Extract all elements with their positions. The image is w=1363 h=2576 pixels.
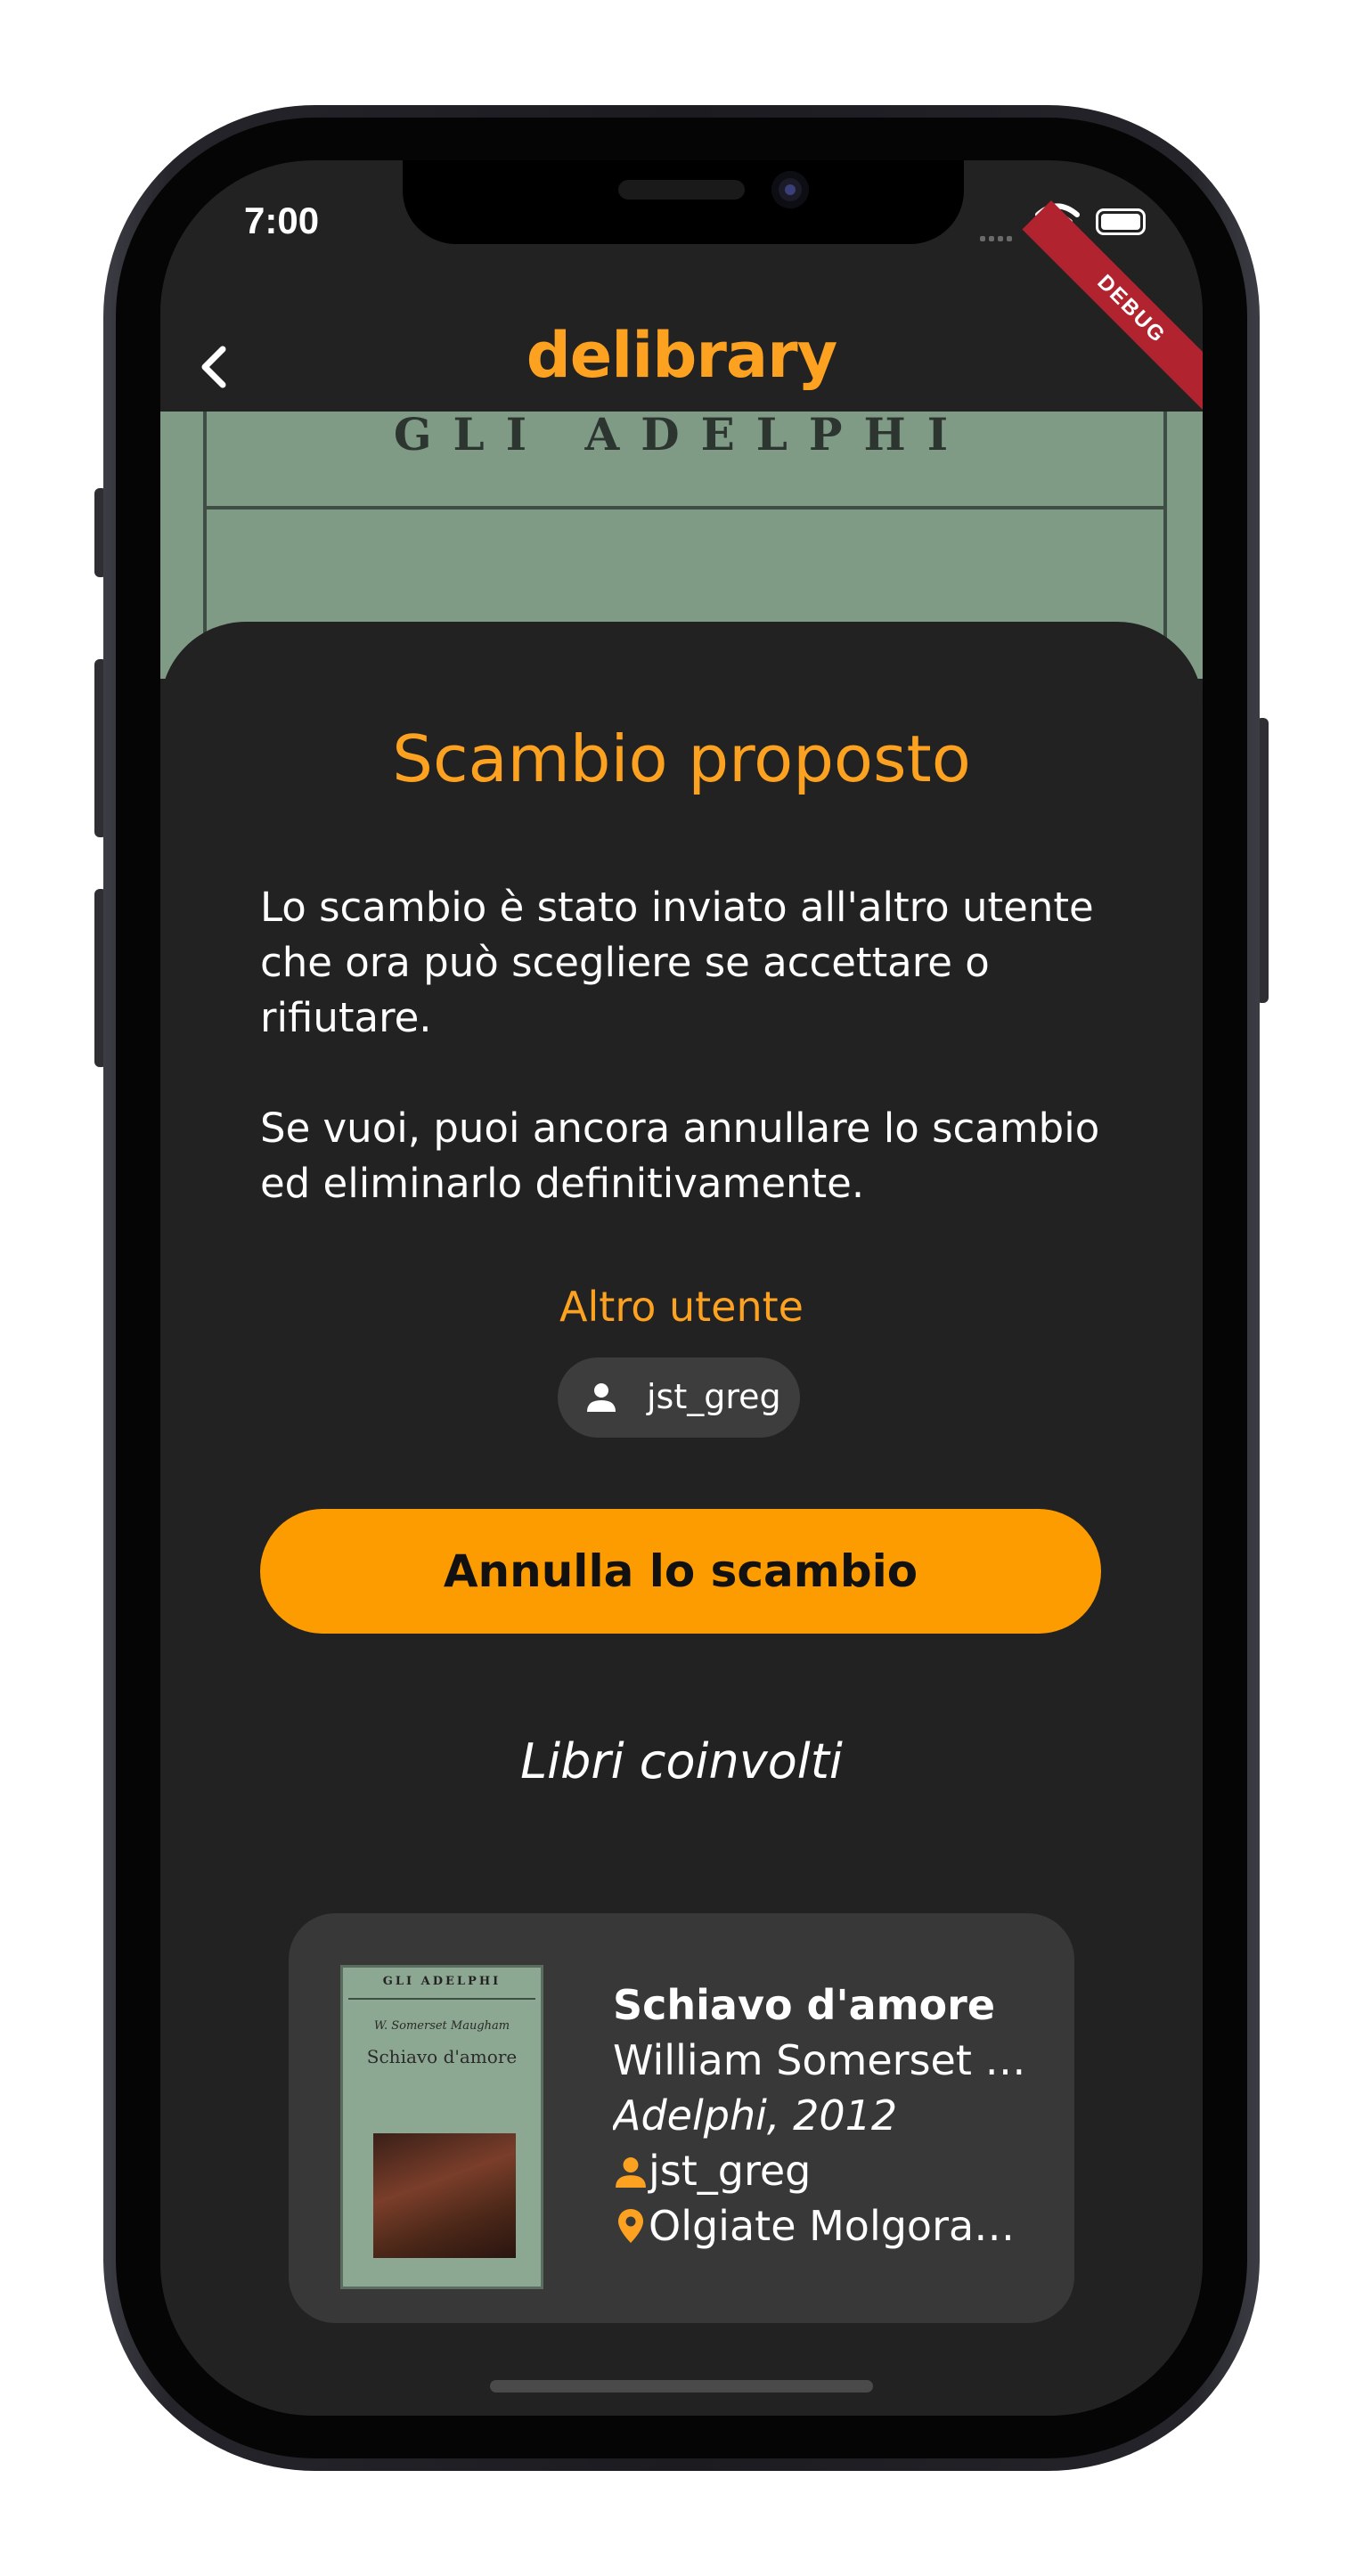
user-chip-label: jst_greg — [647, 1377, 781, 1416]
cover-publisher: GLI ADELPHI — [382, 1975, 502, 1988]
book-location: Olgiate Molgora… — [613, 2198, 1058, 2254]
phone-screen: GLI ADELPHI delibrary 7:00 DEBUG Scambio… — [160, 160, 1203, 2416]
book-cover-image: GLI ADELPHI W. Somerset Maugham Schiavo … — [340, 1965, 543, 2289]
battery-icon — [1096, 208, 1146, 235]
cancel-hint: Se vuoi, puoi ancora annullare lo scambi… — [260, 1105, 1100, 1207]
cover-author: W. Somerset Maugham — [373, 2019, 510, 2033]
home-indicator[interactable] — [490, 2380, 873, 2393]
cover-artwork — [373, 2133, 516, 2258]
speaker — [618, 180, 745, 200]
person-icon — [616, 2157, 646, 2188]
book-owner-name: jst_greg — [649, 2147, 812, 2195]
location-pin-icon — [618, 2209, 643, 2243]
book-publisher: Adelphi, 2012 — [613, 2091, 898, 2140]
front-camera — [771, 171, 809, 208]
cover-title: Schiavo d'amore — [366, 2046, 518, 2067]
book-info: Schiavo d'amore William Somerset … Adelp… — [613, 1977, 1058, 2254]
books-section-title: Libri coinvolti — [520, 1733, 843, 1789]
book-author: William Somerset … — [613, 2036, 1026, 2084]
cover-rule — [348, 1998, 535, 2000]
app-title: delibrary — [526, 319, 838, 392]
status-time: 7:00 — [244, 200, 320, 241]
book-title: Schiavo d'amore — [613, 1981, 996, 2029]
app-bar: delibrary — [160, 285, 1203, 410]
sheet-title: Scambio proposto — [392, 721, 971, 796]
other-user-label: Altro utente — [559, 1283, 804, 1331]
book-owner: jst_greg — [613, 2143, 1058, 2198]
cover-divider — [203, 506, 1167, 509]
book-location-name: Olgiate Molgora… — [649, 2202, 1016, 2250]
person-icon — [587, 1383, 616, 1412]
signal-icon — [980, 228, 1016, 245]
user-chip[interactable]: jst_greg — [558, 1357, 800, 1438]
notch — [403, 160, 964, 244]
exchange-sheet: Scambio proposto Lo scambio è stato invi… — [160, 622, 1203, 2416]
exchange-description: Lo scambio è stato inviato all'altro ute… — [260, 884, 1094, 1041]
cancel-exchange-button[interactable]: Annulla lo scambio — [260, 1509, 1101, 1634]
book-card[interactable]: GLI ADELPHI W. Somerset Maugham Schiavo … — [289, 1913, 1074, 2323]
cover-strip-text: GLI ADELPHI — [393, 412, 970, 461]
